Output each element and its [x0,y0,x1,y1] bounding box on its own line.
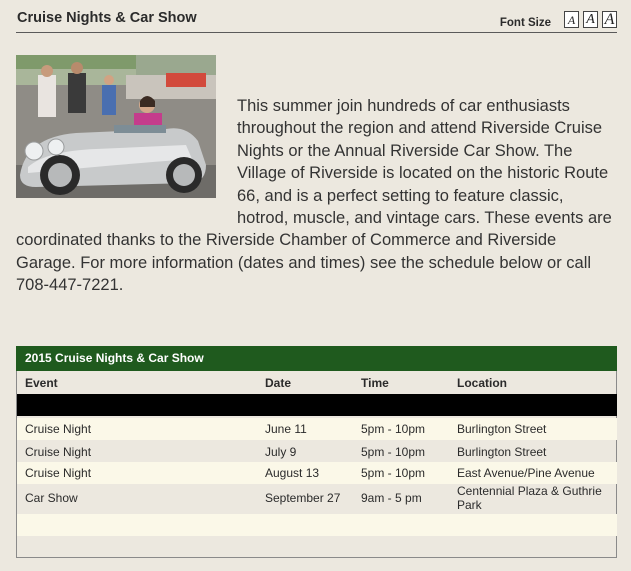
font-size-small-button[interactable]: A [564,11,579,28]
cell-time: 9am - 5 pm [361,491,422,505]
schedule-title: 2015 Cruise Nights & Car Show [16,346,617,371]
intro-paragraph: This summer join hundreds of car enthusi… [16,95,616,297]
cell-event: Car Show [25,491,78,505]
font-size-medium-button[interactable]: A [583,11,598,28]
cell-event: Cruise Night [25,445,92,459]
cell-date: September 27 [265,491,341,505]
table-divider-bar [17,394,617,416]
table-row: Cruise Night July 9 5pm - 10pm Burlingto… [17,440,617,462]
column-header-location: Location [457,376,507,390]
table-row: Car Show September 27 9am - 5 pm Centenn… [17,484,617,514]
column-header-event: Event [25,376,58,390]
schedule-table: 2015 Cruise Nights & Car Show Event Date… [16,346,617,558]
cell-location: Burlington Street [457,445,547,459]
table-row-empty [17,514,617,536]
cell-location: Centennial Plaza & Guthrie Park [457,484,602,512]
cell-location: Burlington Street [457,422,547,436]
cell-time: 5pm - 10pm [361,445,426,459]
cell-time: 5pm - 10pm [361,422,426,436]
column-header-time: Time [361,376,389,390]
cell-date: July 9 [265,445,297,459]
page-header: Cruise Nights & Car Show Font Size A A A [16,8,617,33]
column-header-date: Date [265,376,292,390]
table-row: Cruise Night August 13 5pm - 10pm East A… [17,462,617,484]
cell-event: Cruise Night [25,422,92,436]
page-title: Cruise Nights & Car Show [17,10,197,26]
font-size-large-button[interactable]: A [602,11,617,28]
font-size-label: Font Size [499,17,551,29]
cell-date: August 13 [265,466,320,480]
cell-location: East Avenue/Pine Avenue [457,466,595,480]
cell-event: Cruise Night [25,466,92,480]
cell-time: 5pm - 10pm [361,466,426,480]
table-row: Cruise Night June 11 5pm - 10pm Burlingt… [17,418,617,440]
photo-float-spacer [16,95,237,221]
cell-date: June 11 [265,422,307,436]
